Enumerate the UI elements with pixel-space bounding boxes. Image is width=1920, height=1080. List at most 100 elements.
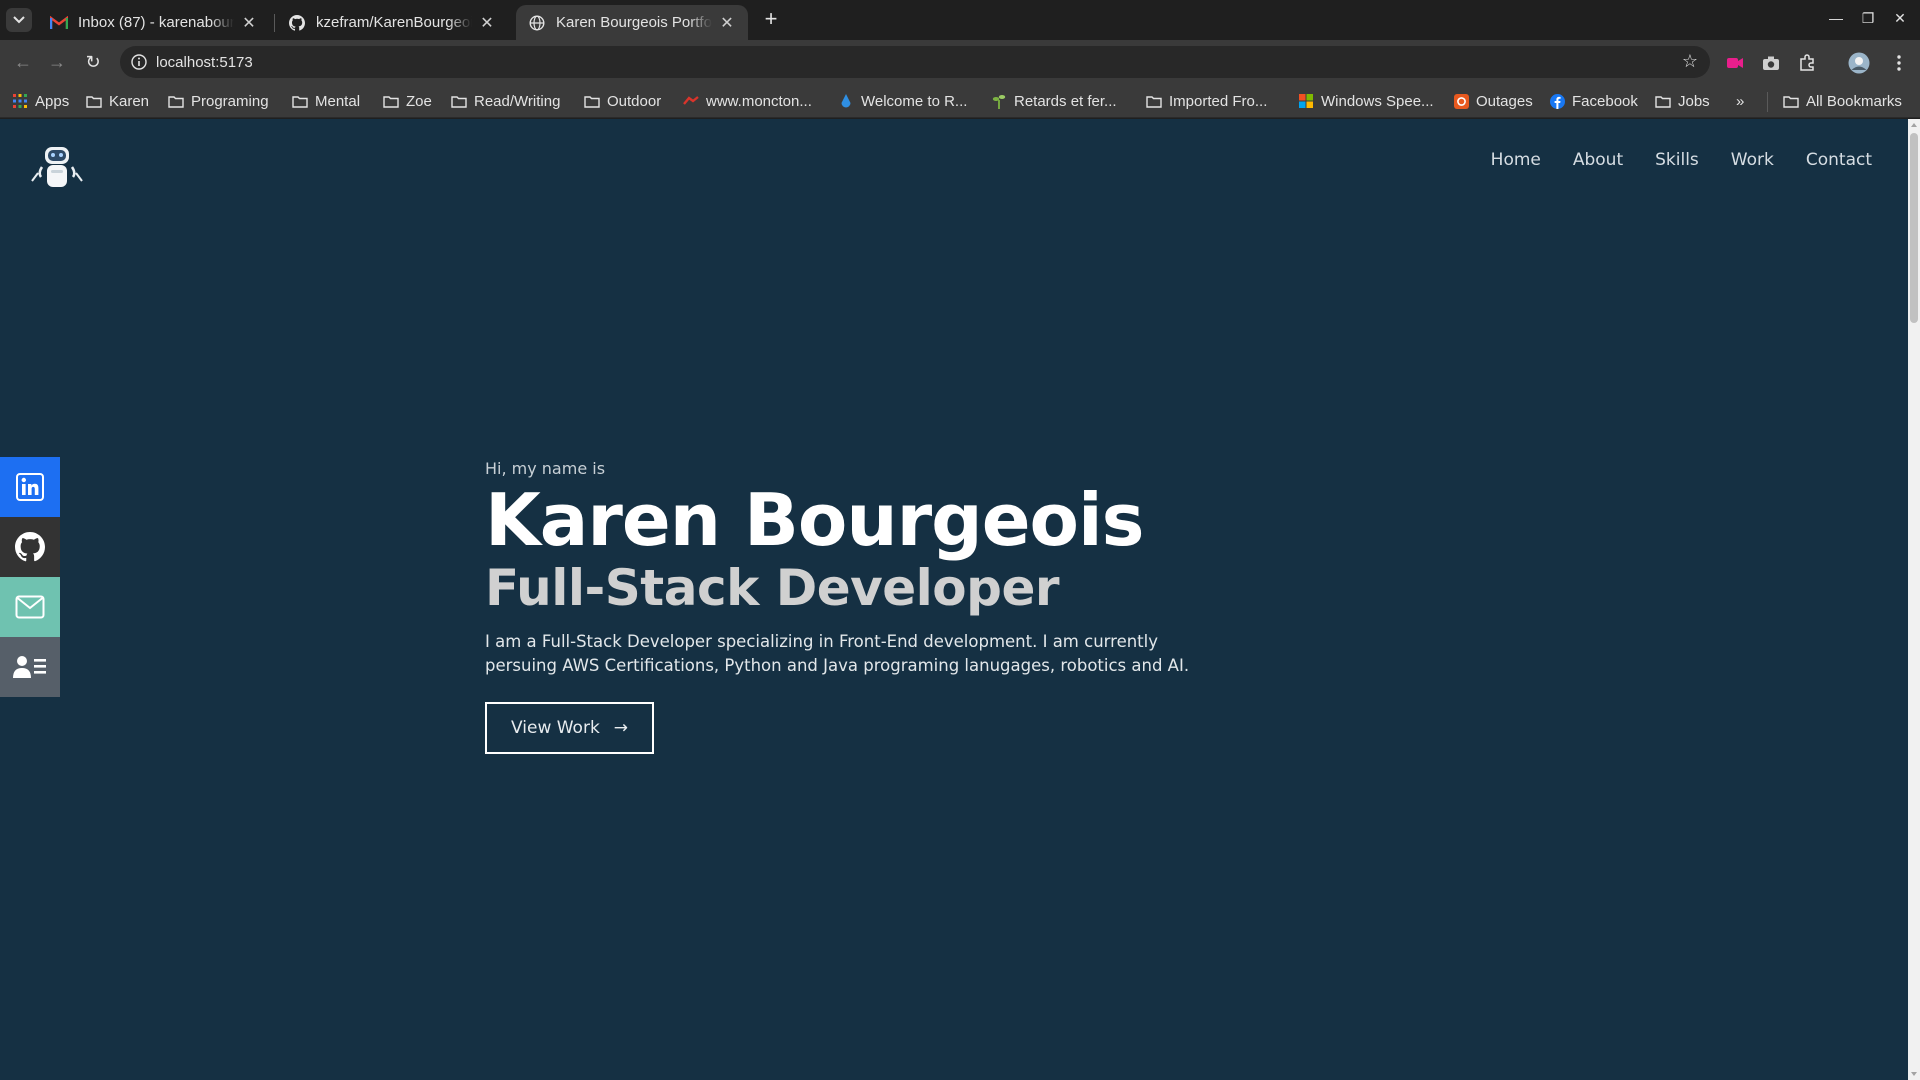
bookmark-label: Windows Spee...: [1321, 92, 1434, 110]
hero-greeting: Hi, my name is: [485, 459, 606, 478]
bookmark-folder-zoe[interactable]: Zoe: [383, 90, 432, 112]
site-info-icon[interactable]: [130, 53, 148, 71]
tab-title: Inbox (87) - karenabourgeois@gmail.com: [78, 14, 234, 31]
bookmarks-bar: Apps Karen Programing Mental Zoe Read/Wr…: [0, 84, 1920, 118]
bookmark-folder-read-writing[interactable]: Read/Writing: [451, 90, 560, 112]
folder-icon: [383, 93, 399, 109]
folder-icon: [168, 93, 184, 109]
page-scrollbar[interactable]: [1908, 119, 1920, 1080]
bookmark-facebook[interactable]: Facebook: [1549, 90, 1638, 112]
close-tab-icon[interactable]: ✕: [478, 13, 496, 33]
outages-icon: [1453, 93, 1469, 109]
folder-icon: [584, 93, 600, 109]
bookmark-folder-karen[interactable]: Karen: [86, 90, 149, 112]
github-icon: [15, 532, 45, 562]
globe-icon: [528, 14, 546, 32]
scroll-up-icon[interactable]: [1911, 123, 1917, 127]
close-tab-icon[interactable]: ✕: [718, 13, 736, 33]
bookmark-folder-imported[interactable]: Imported Fro...: [1146, 90, 1267, 112]
bookmark-label: Zoe: [406, 92, 432, 110]
bookmark-label: Apps: [35, 92, 70, 110]
facebook-icon: [1549, 93, 1565, 109]
tab-portfolio[interactable]: Karen Bourgeois Portfolio ✕: [516, 5, 748, 40]
extension-icon[interactable]: [1724, 52, 1746, 74]
bookmark-folder-mental[interactable]: Mental: [292, 90, 360, 112]
bookmark-moncton[interactable]: www.moncton...: [683, 90, 812, 112]
hero-description: I am a Full-Stack Developer specializing…: [485, 631, 1190, 675]
browser-toolbar: ← → ↻ localhost:5173 ☆: [0, 40, 1920, 112]
nav-contact[interactable]: Contact: [1806, 150, 1872, 170]
bookmark-label: www.moncton...: [706, 92, 812, 110]
chevron-down-icon: [13, 16, 25, 24]
reload-icon[interactable]: ↻: [82, 51, 104, 73]
hero-role: Full-Stack Developer: [485, 559, 1060, 617]
menu-kebab-icon[interactable]: [1888, 52, 1910, 74]
bookmark-folder-jobs[interactable]: Jobs: [1655, 90, 1710, 112]
bookmark-label: Mental: [315, 92, 361, 110]
github-link[interactable]: [0, 517, 60, 577]
tab-title: Karen Bourgeois Portfolio: [556, 14, 712, 31]
extensions-puzzle-icon[interactable]: [1796, 52, 1818, 74]
bookmark-retards[interactable]: Retards et fer...: [991, 90, 1117, 112]
address-bar[interactable]: localhost:5173 ☆: [120, 46, 1710, 78]
windows-icon: [1298, 93, 1314, 109]
linkedin-link[interactable]: [0, 457, 60, 517]
github-icon: [288, 14, 306, 32]
forward-arrow-icon[interactable]: →: [46, 51, 68, 73]
bookmark-label: Outages: [1476, 92, 1533, 110]
nav-about[interactable]: About: [1573, 150, 1623, 170]
close-tab-icon[interactable]: ✕: [240, 13, 258, 33]
folder-icon: [451, 93, 467, 109]
view-work-button[interactable]: View Work →: [485, 701, 655, 754]
tab-gmail[interactable]: Inbox (87) - karenabourgeois@gmail.com ✕: [38, 5, 270, 40]
tab-title: kzefram/KarenBourgeois: [316, 14, 472, 31]
scrollbar-thumb[interactable]: [1910, 133, 1918, 323]
bookmark-label: All Bookmarks: [1806, 92, 1902, 110]
linkedin-icon: [16, 473, 44, 501]
page-viewport: Home About Skills Work Contact Hi, my na…: [0, 119, 1908, 1080]
folder-icon: [86, 93, 102, 109]
bookmark-apps[interactable]: Apps: [12, 90, 69, 112]
bookmark-star-icon[interactable]: ☆: [1682, 51, 1698, 72]
restore-icon[interactable]: ❐: [1858, 10, 1878, 27]
folder-icon: [1783, 93, 1799, 109]
tab-strip: Inbox (87) - karenabourgeois@gmail.com ✕…: [0, 0, 1920, 40]
folder-icon: [1146, 93, 1162, 109]
bookmark-label: Retards et fer...: [1014, 92, 1117, 110]
site-icon: [683, 93, 699, 109]
resume-link[interactable]: [0, 637, 60, 697]
bookmark-label: Karen: [109, 92, 150, 110]
bookmark-folder-outdoor[interactable]: Outdoor: [584, 90, 661, 112]
bookmarks-overflow-chevron-icon[interactable]: »: [1736, 90, 1744, 112]
nav-skills[interactable]: Skills: [1655, 150, 1699, 170]
drop-icon: [838, 93, 854, 109]
tab-github[interactable]: kzefram/KarenBourgeois ✕: [276, 5, 508, 40]
minimize-icon[interactable]: —: [1826, 10, 1846, 26]
contact-card-icon: [13, 656, 46, 678]
bookmark-label: Jobs: [1678, 92, 1710, 110]
bookmark-label: Programing: [191, 92, 269, 110]
new-tab-button[interactable]: +: [758, 8, 784, 32]
bookmark-windows-speed[interactable]: Windows Spee...: [1298, 90, 1434, 112]
nav-home[interactable]: Home: [1491, 150, 1541, 170]
back-arrow-icon[interactable]: ←: [12, 51, 34, 73]
robot-logo-icon[interactable]: [28, 137, 86, 195]
nav-work[interactable]: Work: [1731, 150, 1774, 170]
all-bookmarks-button[interactable]: All Bookmarks: [1783, 90, 1902, 112]
social-sidebar: [0, 457, 60, 697]
scroll-down-icon[interactable]: [1911, 1072, 1917, 1076]
bookmark-outages[interactable]: Outages: [1453, 90, 1533, 112]
folder-icon: [1655, 93, 1671, 109]
mail-icon: [15, 595, 45, 619]
profile-avatar[interactable]: [1848, 52, 1870, 74]
bookmark-label: Welcome to R...: [861, 92, 968, 110]
tab-search-button[interactable]: [6, 8, 32, 32]
plant-icon: [991, 93, 1007, 109]
bookmark-welcome[interactable]: Welcome to R...: [838, 90, 967, 112]
bookmark-folder-programing[interactable]: Programing: [168, 90, 269, 112]
close-window-icon[interactable]: ✕: [1890, 10, 1910, 27]
camera-icon[interactable]: [1760, 52, 1782, 74]
hero-name: Karen Bourgeois: [485, 478, 1145, 562]
email-link[interactable]: [0, 577, 60, 637]
gmail-icon: [50, 14, 68, 32]
